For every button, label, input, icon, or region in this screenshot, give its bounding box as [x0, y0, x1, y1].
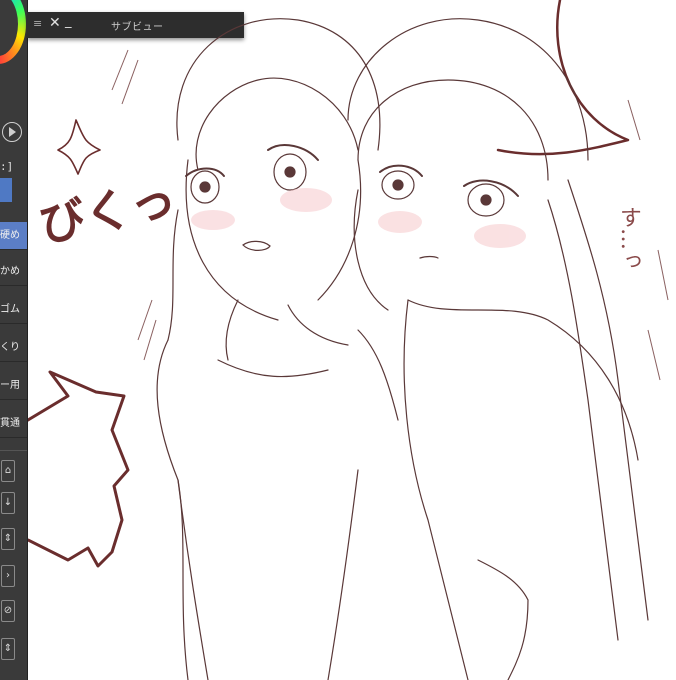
selected-color-slot[interactable] [0, 178, 12, 202]
brush-item-label: ゴム [0, 304, 20, 315]
sketch-artwork [28, 0, 669, 680]
speech-bubble [496, 0, 630, 156]
brush-item-label: ー用 [0, 380, 20, 391]
sparkle-shape [57, 119, 101, 175]
panel-bracket-label: :] [0, 160, 14, 173]
brush-item-eraser[interactable]: ゴム [0, 296, 27, 324]
drawing-canvas[interactable]: びくっ す…っ [28, 0, 676, 680]
download-icon[interactable]: ↓ [1, 492, 15, 514]
sfx-side-text: す…っ [616, 206, 641, 272]
character-right [347, 18, 649, 680]
brush-item-user[interactable]: ー用 [0, 372, 27, 400]
stepper-icon[interactable]: ⇕ [1, 638, 15, 660]
divider [0, 450, 27, 451]
character-left [156, 18, 399, 680]
brush-item-label: かめ [0, 266, 20, 277]
brush-item-label: くり [0, 342, 20, 353]
brush-item-label: 硬め [0, 230, 20, 241]
color-wheel[interactable] [0, 0, 26, 64]
lock-icon[interactable]: ⌂ [1, 460, 15, 482]
stepper-icon[interactable]: ⇕ [1, 528, 15, 550]
brush-item-through[interactable]: 貫通 [0, 410, 27, 438]
play-icon[interactable] [2, 122, 22, 142]
burst-bubble [28, 370, 130, 568]
brush-item-rough[interactable]: くり [0, 334, 27, 362]
blush-left [191, 188, 332, 230]
brush-item-hard[interactable]: 硬め [0, 222, 27, 250]
chevron-right-icon[interactable]: › [1, 565, 15, 587]
blush-right [378, 211, 526, 248]
no-entry-icon[interactable]: ⊘ [1, 600, 15, 622]
brush-item-soft[interactable]: かめ [0, 258, 27, 286]
brush-item-label: 貫通 [0, 418, 20, 429]
tool-panel: :] 硬め かめ ゴム くり ー用 貫通 ⌂ ↓ ⇕ › ⊘ ⇕ [0, 0, 28, 680]
